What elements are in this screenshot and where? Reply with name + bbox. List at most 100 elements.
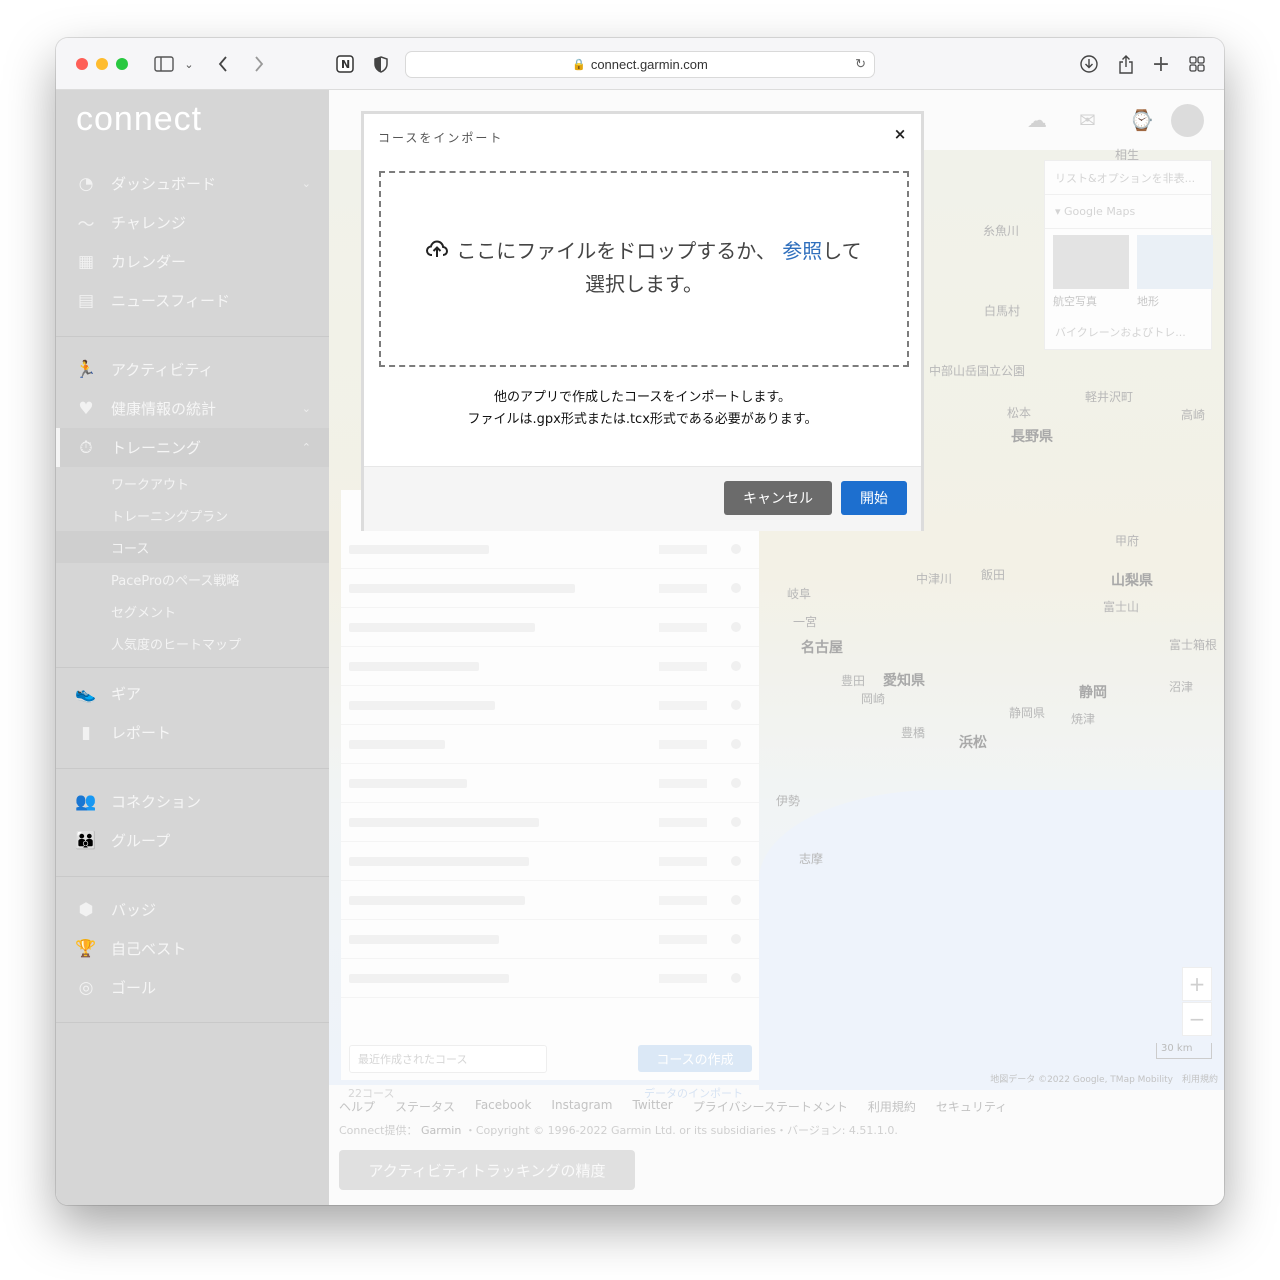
zoom-in-button[interactable]: +	[1182, 967, 1212, 1001]
footer-link-privacy[interactable]: プライバシーステートメント	[693, 1098, 848, 1115]
forward-icon[interactable]	[250, 52, 268, 76]
create-course-button[interactable]: コースの作成	[638, 1045, 752, 1072]
cancel-button[interactable]: キャンセル	[724, 481, 832, 515]
bike-lanes-toggle[interactable]: バイクレーンおよびトレ...	[1045, 315, 1211, 349]
tracking-accuracy-button[interactable]: アクティビティトラッキングの精度	[339, 1150, 635, 1190]
sidebar-toggle-icon[interactable]	[152, 52, 176, 76]
footer-link-help[interactable]: ヘルプ	[339, 1098, 375, 1115]
sidebar-item-training[interactable]: ⏱ トレーニング ⌃	[56, 428, 329, 467]
share-icon[interactable]	[1115, 52, 1137, 76]
device-icon[interactable]: ⌚	[1129, 108, 1154, 132]
activity-icon: 🏃	[75, 359, 97, 380]
map-label: 山梨県	[1111, 573, 1153, 589]
sidebar-subitem-courses[interactable]: コース	[56, 531, 329, 563]
table-row[interactable]	[341, 686, 759, 725]
browser-window: ⌄ N 🔒 connect.garmin.com ↻ + connect ◔ ダ…	[56, 38, 1224, 1205]
table-row[interactable]	[341, 803, 759, 842]
sidebar-subitem-pacepro[interactable]: PaceProのペース戦略	[56, 563, 329, 595]
chevron-down-icon[interactable]: ⌄	[182, 52, 196, 76]
notion-extension-icon[interactable]: N	[334, 52, 356, 76]
terrain-thumbnail	[1137, 235, 1213, 289]
table-row[interactable]	[341, 725, 759, 764]
sidebar-subitem-training-plans[interactable]: トレーニングプラン	[56, 499, 329, 531]
table-row[interactable]	[341, 842, 759, 881]
table-row[interactable]	[341, 920, 759, 959]
map-label: 静岡県	[1009, 706, 1046, 720]
sidebar-item-badges[interactable]: ⬢ バッジ	[56, 890, 329, 929]
shield-icon[interactable]	[370, 52, 392, 76]
map-label: 豊田	[841, 674, 866, 688]
sidebar-item-label: ダッシュボード	[111, 175, 217, 193]
sidebar-item-activities[interactable]: 🏃 アクティビティ	[56, 350, 329, 389]
sidebar-item-dashboard[interactable]: ◔ ダッシュボード ⌄	[56, 164, 329, 203]
sidebar-divider	[56, 336, 329, 337]
sidebar-item-personal-records[interactable]: 🏆 自己ベスト	[56, 929, 329, 968]
map-label: 焼津	[1071, 712, 1096, 726]
inbox-icon[interactable]: ✉	[1079, 108, 1096, 132]
course-sort-select[interactable]: 最近作成されたコース	[349, 1045, 547, 1073]
upload-icon[interactable]: ☁	[1027, 108, 1047, 132]
garmin-link[interactable]: Garmin	[421, 1124, 461, 1137]
map-scale: 30 km	[1156, 1043, 1212, 1059]
sidebar-divider	[56, 768, 329, 769]
sidebar-item-calendar[interactable]: ▦ カレンダー	[56, 242, 329, 281]
download-icon[interactable]	[1078, 52, 1100, 76]
sidebar-item-goals[interactable]: ◎ ゴール	[56, 968, 329, 1007]
new-tab-icon[interactable]: +	[1150, 52, 1172, 77]
browse-link[interactable]: 参照	[782, 235, 822, 268]
list-options-toggle[interactable]: リスト&オプションを非表...	[1045, 161, 1211, 195]
sidebar-subitem-segments[interactable]: セグメント	[56, 595, 329, 627]
footer-links: ヘルプ ステータス Facebook Instagram Twitter プライ…	[339, 1098, 1007, 1115]
footer-link-security[interactable]: セキュリティ	[936, 1098, 1007, 1115]
chevron-down-icon: ⌄	[301, 177, 311, 190]
dropzone-line-2: 選択します。	[585, 272, 703, 296]
back-icon[interactable]	[214, 52, 232, 76]
sidebar-item-newsfeed[interactable]: ▤ ニュースフィード	[56, 281, 329, 320]
sidebar-item-connections[interactable]: 👥 コネクション	[56, 782, 329, 821]
table-row[interactable]	[341, 881, 759, 920]
sidebar-divider	[56, 1022, 329, 1023]
close-icon[interactable]: ×	[889, 123, 911, 145]
sidebar-item-challenge[interactable]: 〜 チャレンジ	[56, 203, 329, 242]
table-row[interactable]	[341, 608, 759, 647]
file-dropzone[interactable]: ここにファイルをドロップするか、 参照 して 選択します。	[379, 171, 909, 367]
chevron-up-icon: ⌃	[301, 441, 311, 454]
table-row[interactable]	[341, 569, 759, 608]
sidebar-item-groups[interactable]: 👪 グループ	[56, 821, 329, 860]
start-button[interactable]: 開始	[841, 481, 907, 515]
sidebar-subitem-workouts[interactable]: ワークアウト	[56, 467, 329, 499]
sidebar-item-reports[interactable]: ▮ レポート	[56, 713, 329, 752]
reload-icon[interactable]: ↻	[855, 56, 866, 72]
terrain-map-option[interactable]: 地形	[1137, 235, 1213, 309]
table-row[interactable]	[341, 959, 759, 998]
avatar[interactable]	[1171, 104, 1204, 137]
footer-link-facebook[interactable]: Facebook	[475, 1098, 531, 1115]
footer-link-status[interactable]: ステータス	[395, 1098, 455, 1115]
map-provider-label: Google Maps	[1064, 205, 1136, 218]
map-label: 飯田	[981, 568, 1006, 582]
provided-by-label: Connect提供：	[339, 1124, 418, 1137]
close-window-button[interactable]	[76, 58, 88, 70]
footer-link-terms[interactable]: 利用規約	[868, 1098, 916, 1115]
map-provider-select[interactable]: ▾ Google Maps	[1045, 195, 1211, 229]
table-row[interactable]	[341, 764, 759, 803]
description-line-2: ファイルは.gpx形式または.tcx形式である必要があります。	[467, 412, 818, 427]
table-row[interactable]	[341, 647, 759, 686]
footer-link-instagram[interactable]: Instagram	[551, 1098, 612, 1115]
newsfeed-icon: ▤	[77, 290, 95, 311]
zoom-out-button[interactable]: −	[1182, 1002, 1212, 1036]
map-type-thumbnails: 航空写真 地形	[1045, 229, 1213, 315]
minimize-window-button[interactable]	[96, 58, 108, 70]
tab-overview-icon[interactable]	[1186, 52, 1208, 76]
sidebar-divider	[56, 667, 329, 668]
fullscreen-window-button[interactable]	[116, 58, 128, 70]
footer-link-twitter[interactable]: Twitter	[632, 1098, 672, 1115]
dropzone-line-1: ここにファイルをドロップするか、 参照 して	[381, 235, 907, 268]
connect-logo[interactable]: connect	[76, 100, 202, 139]
satellite-map-option[interactable]: 航空写真	[1053, 235, 1129, 309]
sidebar-item-gear[interactable]: 👟 ギア	[56, 674, 329, 713]
sidebar-subitem-heatmap[interactable]: 人気度のヒートマップ	[56, 627, 329, 659]
table-row[interactable]	[341, 530, 759, 569]
address-bar[interactable]: 🔒 connect.garmin.com ↻	[405, 51, 875, 78]
sidebar-item-health-stats[interactable]: ♥ 健康情報の統計 ⌄	[56, 389, 329, 428]
